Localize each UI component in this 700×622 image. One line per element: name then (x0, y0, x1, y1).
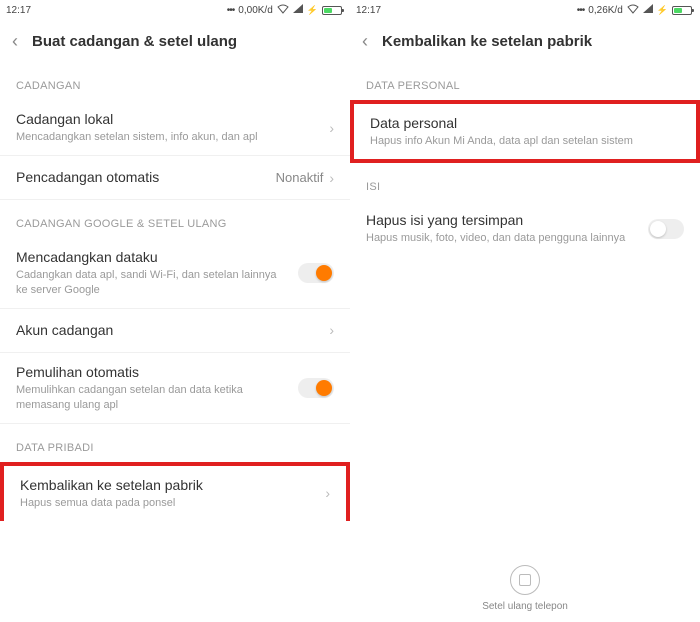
status-bar: 12:17 ••• 0,26K/d ⚡ (350, 0, 700, 20)
row-akun-cadangan[interactable]: Akun cadangan › (0, 309, 350, 353)
wifi-icon (627, 4, 639, 17)
row-subtitle: Memulihkan cadangan setelan dan data ket… (16, 383, 290, 413)
row-subtitle: Mencadangkan setelan sistem, info akun, … (16, 130, 321, 145)
row-cadangan-lokal[interactable]: Cadangan lokal Mencadangkan setelan sist… (0, 100, 350, 156)
row-subtitle: Hapus info Akun Mi Anda, data apl dan se… (370, 134, 672, 149)
signal-icon (293, 4, 303, 16)
row-title: Pemulihan otomatis (16, 363, 290, 381)
phone-left: 12:17 ••• 0,00K/d ⚡ ‹ Buat cadangan & se… (0, 0, 350, 622)
section-data-personal-label: DATA PERSONAL (350, 62, 700, 100)
row-pencadangan-otomatis[interactable]: Pencadangan otomatis Nonaktif › (0, 156, 350, 200)
row-kembalikan-setelan-pabrik[interactable]: Kembalikan ke setelan pabrik Hapus semua… (0, 462, 350, 521)
row-title: Kembalikan ke setelan pabrik (20, 476, 317, 494)
bottom-reset-action[interactable]: Setel ulang telepon (350, 565, 700, 612)
section-cadangan-label: CADANGAN (0, 62, 350, 100)
toggle-switch[interactable] (298, 263, 334, 283)
more-icon: ••• (577, 5, 585, 16)
status-right: ••• 0,00K/d ⚡ (227, 4, 342, 17)
bolt-icon: ⚡ (657, 5, 668, 16)
status-net: 0,00K/d (238, 5, 272, 16)
toggle-switch[interactable] (648, 219, 684, 239)
status-time: 12:17 (356, 5, 381, 16)
page-header: ‹ Kembalikan ke setelan pabrik (350, 20, 700, 62)
chevron-right-icon: › (329, 170, 334, 186)
row-title: Data personal (370, 114, 672, 132)
row-mencadangkan-dataku[interactable]: Mencadangkan dataku Cadangkan data apl, … (0, 238, 350, 309)
bottom-label: Setel ulang telepon (350, 601, 700, 612)
status-net: 0,26K/d (588, 5, 622, 16)
page-title: Kembalikan ke setelan pabrik (382, 33, 592, 50)
row-title: Mencadangkan dataku (16, 248, 290, 266)
status-bar: 12:17 ••• 0,00K/d ⚡ (0, 0, 350, 20)
bolt-icon: ⚡ (307, 5, 318, 16)
row-value: Nonaktif (276, 170, 324, 185)
row-title: Cadangan lokal (16, 110, 321, 128)
signal-icon (643, 4, 653, 16)
row-pemulihan-otomatis[interactable]: Pemulihan otomatis Memulihkan cadangan s… (0, 353, 350, 424)
page-header: ‹ Buat cadangan & setel ulang (0, 20, 350, 62)
wifi-icon (277, 4, 289, 17)
back-icon[interactable]: ‹ (362, 31, 368, 52)
reset-icon (510, 565, 540, 595)
status-time: 12:17 (6, 5, 31, 16)
section-data-pribadi-label: DATA PRIBADI (0, 424, 350, 462)
row-title: Hapus isi yang tersimpan (366, 211, 640, 229)
chevron-right-icon: › (329, 120, 334, 136)
more-icon: ••• (227, 5, 235, 16)
chevron-right-icon: › (329, 322, 334, 338)
row-data-personal[interactable]: Data personal Hapus info Akun Mi Anda, d… (350, 100, 700, 163)
toggle-switch[interactable] (298, 378, 334, 398)
page-title: Buat cadangan & setel ulang (32, 33, 237, 50)
status-right: ••• 0,26K/d ⚡ (577, 4, 692, 17)
row-subtitle: Cadangkan data apl, sandi Wi-Fi, dan set… (16, 268, 290, 298)
phone-right: 12:17 ••• 0,26K/d ⚡ ‹ Kembalikan ke sete… (350, 0, 700, 622)
row-subtitle: Hapus musik, foto, video, dan data pengg… (366, 231, 640, 246)
chevron-right-icon: › (325, 485, 330, 501)
row-subtitle: Hapus semua data pada ponsel (20, 496, 317, 511)
row-title: Akun cadangan (16, 321, 321, 339)
section-isi-label: ISI (350, 163, 700, 201)
section-google-label: CADANGAN GOOGLE & SETEL ULANG (0, 200, 350, 238)
battery-icon (322, 6, 342, 15)
back-icon[interactable]: ‹ (12, 31, 18, 52)
row-hapus-isi[interactable]: Hapus isi yang tersimpan Hapus musik, fo… (350, 201, 700, 256)
row-title: Pencadangan otomatis (16, 168, 268, 186)
battery-icon (672, 6, 692, 15)
